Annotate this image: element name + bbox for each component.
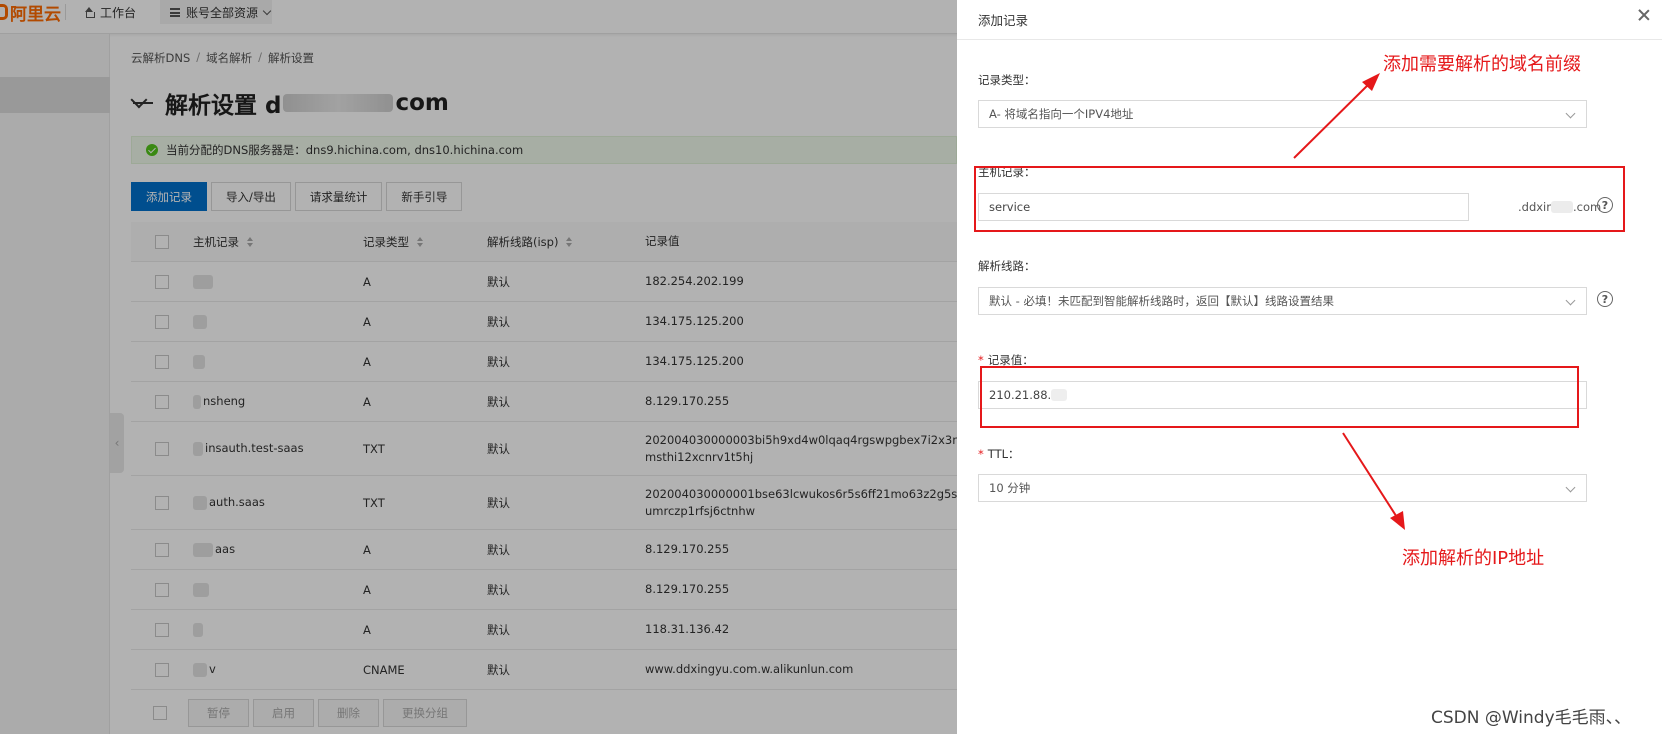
chevron-down-icon	[1565, 295, 1576, 306]
drawer-header: 添加记录	[957, 0, 1662, 40]
prefix-annotation: 添加需要解析的域名前缀	[1383, 54, 1581, 75]
ttl-select[interactable]: 10 分钟	[978, 474, 1587, 502]
drawer-title: 添加记录	[978, 13, 1029, 28]
ttl-label-text: TTL：	[987, 447, 1020, 461]
ttl-label: * TTL：	[978, 447, 1020, 461]
record-type-label: 记录类型：	[978, 73, 1036, 87]
resolution-line-label: 解析线路：	[978, 259, 1036, 273]
record-value-highlight	[980, 366, 1579, 428]
resolution-line-value: 默认 - 必填！未匹配到智能解析线路时，返回【默认】线路设置结果	[989, 294, 1334, 308]
record-type-select[interactable]: A- 将域名指向一个IPV4地址	[978, 100, 1587, 128]
chevron-down-icon	[1565, 108, 1576, 119]
record-value-label-text: 记录值：	[987, 353, 1034, 367]
ttl-value: 10 分钟	[989, 481, 1031, 495]
chevron-down-icon	[1565, 482, 1576, 493]
modal-overlay[interactable]	[0, 0, 957, 734]
help-icon[interactable]: ?	[1597, 291, 1613, 307]
host-record-highlight	[974, 166, 1625, 232]
ip-annotation: 添加解析的IP地址	[1402, 548, 1545, 569]
resolution-line-select[interactable]: 默认 - 必填！未匹配到智能解析线路时，返回【默认】线路设置结果	[978, 287, 1587, 315]
csdn-watermark: CSDN @Windy毛毛雨、、	[1431, 708, 1632, 728]
record-type-value: A- 将域名指向一个IPV4地址	[989, 107, 1134, 121]
close-icon[interactable]	[1637, 8, 1651, 22]
